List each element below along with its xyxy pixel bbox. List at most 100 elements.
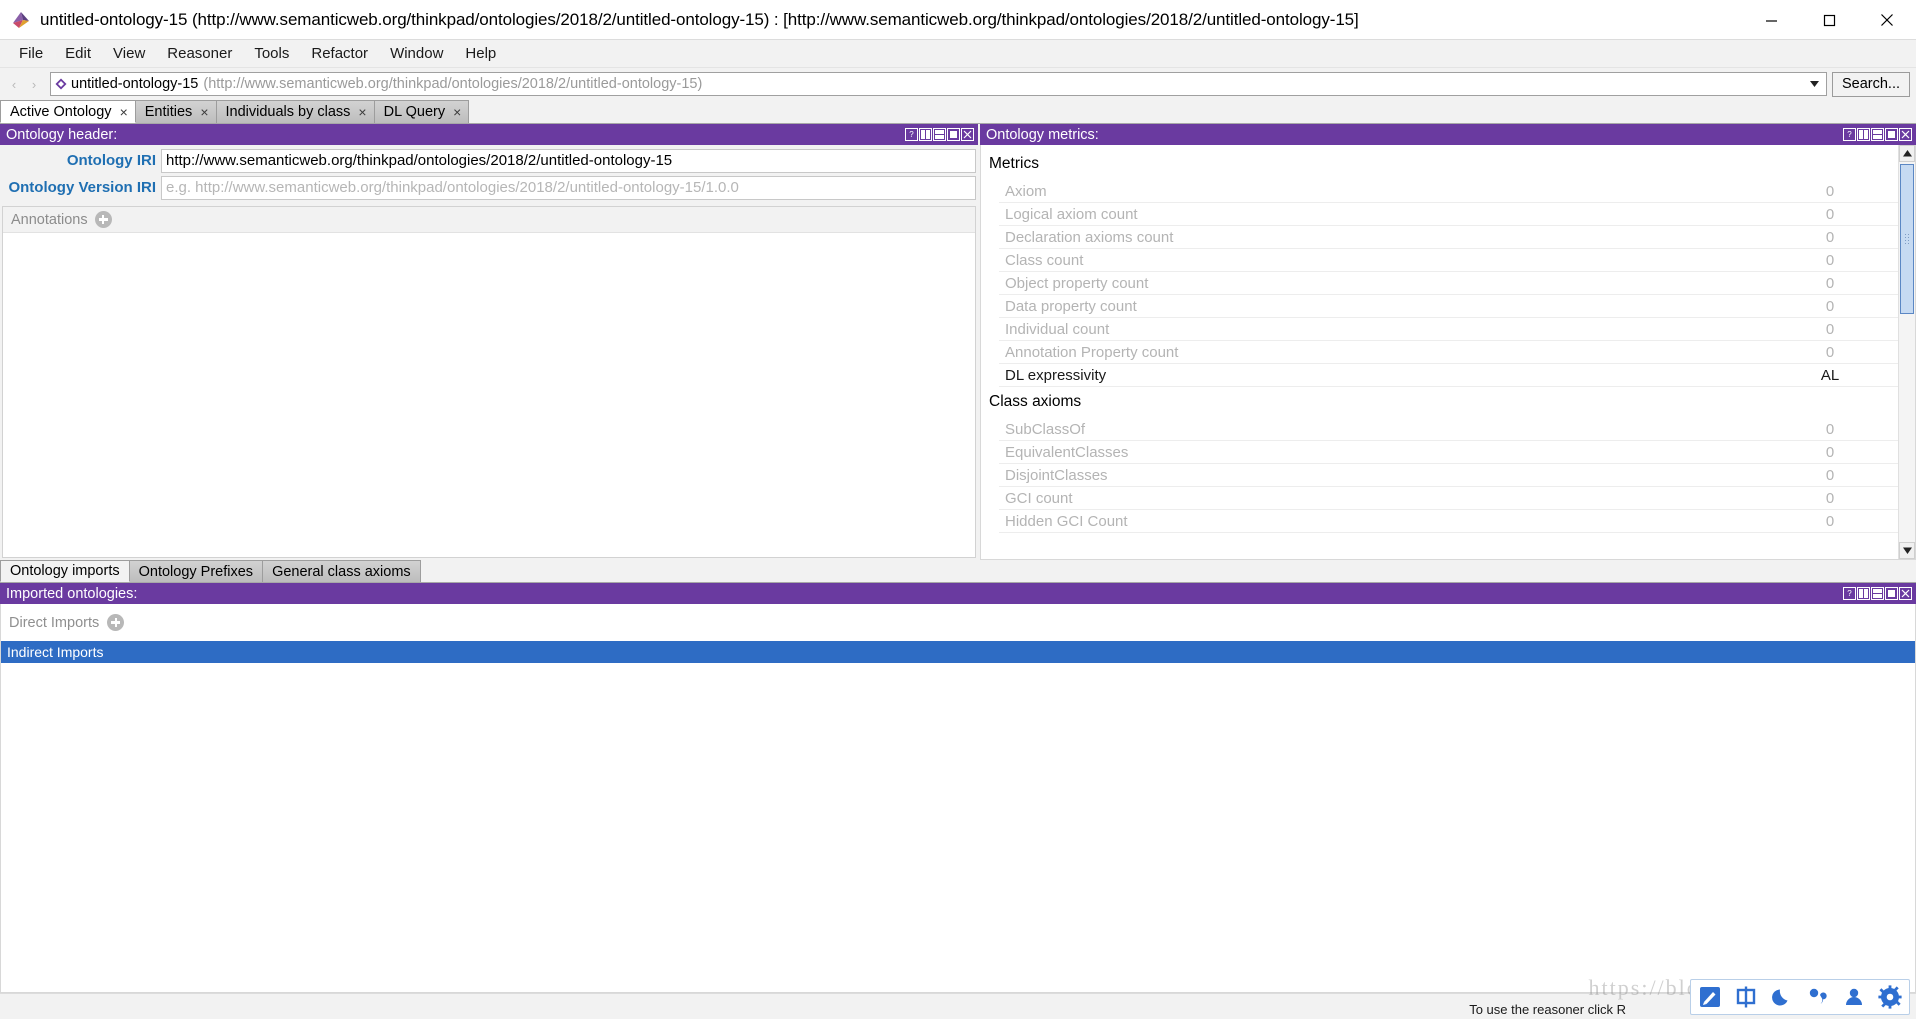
panel-maximize-button[interactable] — [1885, 587, 1898, 600]
metric-value: 0 — [1825, 297, 1835, 315]
ontology-header-body: Ontology IRI http://www.semanticweb.org/… — [0, 145, 978, 560]
tab-close-icon[interactable]: × — [453, 104, 461, 120]
ime-user-icon[interactable] — [1841, 984, 1867, 1010]
panel-close-button[interactable] — [1899, 128, 1912, 141]
tab-label: Active Ontology — [10, 103, 112, 120]
ime-moon-icon[interactable] — [1769, 984, 1795, 1010]
metric-value: 0 — [1825, 205, 1835, 223]
ontology-iri-label: Ontology IRI — [66, 152, 156, 169]
tab-entities[interactable]: Entities × — [134, 100, 217, 123]
metric-row-disjointclasses[interactable]: DisjointClasses 0 — [999, 464, 1898, 487]
panel-split-horizontal-button[interactable] — [933, 128, 946, 141]
maximize-button[interactable] — [1800, 0, 1858, 40]
metric-row-equivalentclasses[interactable]: EquivalentClasses 0 — [999, 441, 1898, 464]
lower-tab-strip: Ontology imports Ontology Prefixes Gener… — [0, 560, 1916, 583]
metric-row-class-count[interactable]: Class count 0 — [999, 249, 1898, 272]
menu-window[interactable]: Window — [379, 42, 454, 65]
chevron-down-icon[interactable] — [1807, 73, 1823, 95]
menu-tools[interactable]: Tools — [243, 42, 300, 65]
tab-close-icon[interactable]: × — [200, 104, 208, 120]
tab-close-icon[interactable]: × — [358, 104, 366, 120]
close-button[interactable] — [1858, 0, 1916, 40]
metric-row-object-property-count[interactable]: Object property count 0 — [999, 272, 1898, 295]
panel-title-label: Ontology metrics: — [986, 126, 1099, 143]
panel-split-horizontal-button[interactable] — [1871, 128, 1884, 141]
menu-reasoner[interactable]: Reasoner — [156, 42, 243, 65]
panel-close-button[interactable] — [961, 128, 974, 141]
tab-active-ontology[interactable]: Active Ontology × — [0, 100, 136, 123]
ontology-toolbar: ‹ › untitled-ontology-15 (http://www.sem… — [0, 68, 1916, 100]
metrics-scrollbar[interactable] — [1898, 145, 1915, 559]
search-button[interactable]: Search... — [1831, 71, 1910, 97]
metric-row-gci-count[interactable]: GCI count 0 — [999, 487, 1898, 510]
panel-help-button[interactable]: ? — [905, 128, 918, 141]
direct-imports-row: Direct Imports — [1, 604, 1915, 641]
menu-refactor[interactable]: Refactor — [300, 42, 379, 65]
menu-view[interactable]: View — [102, 42, 156, 65]
metric-label: DL expressivity — [1005, 366, 1107, 384]
lower-tab-general-class-axioms[interactable]: General class axioms — [262, 560, 421, 582]
menu-edit[interactable]: Edit — [54, 42, 102, 65]
panel-split-vertical-button[interactable] — [919, 128, 932, 141]
annotations-area: Annotations — [2, 206, 976, 558]
metric-row-logical-axiom-count[interactable]: Logical axiom count 0 — [999, 203, 1898, 226]
metric-row-axiom[interactable]: Axiom 0 — [999, 180, 1898, 203]
protege-window: untitled-ontology-15 (http://www.semanti… — [0, 0, 1916, 1019]
panel-split-horizontal-button[interactable] — [1871, 587, 1884, 600]
metric-row-subclassof[interactable]: SubClassOf 0 — [999, 418, 1898, 441]
metric-label: Declaration axioms count — [1005, 228, 1174, 246]
metric-row-annotation-property-count[interactable]: Annotation Property count 0 — [999, 341, 1898, 364]
ontology-version-iri-input[interactable]: e.g. http://www.semanticweb.org/thinkpad… — [161, 175, 976, 200]
tab-close-icon[interactable]: × — [120, 104, 128, 120]
active-ontology-combo[interactable]: untitled-ontology-15 (http://www.semanti… — [50, 72, 1827, 96]
metric-label: Hidden GCI Count — [1005, 512, 1128, 530]
ime-punctuation-icon[interactable] — [1805, 984, 1831, 1010]
metric-value: 0 — [1825, 320, 1835, 338]
metric-row-declaration-axioms-count[interactable]: Declaration axioms count 0 — [999, 226, 1898, 249]
panel-close-button[interactable] — [1899, 587, 1912, 600]
scroll-up-arrow-icon[interactable] — [1899, 145, 1915, 162]
metric-row-dl-expressivity[interactable]: DL expressivity AL — [999, 364, 1898, 387]
metric-row-data-property-count[interactable]: Data property count 0 — [999, 295, 1898, 318]
metric-value: 0 — [1825, 512, 1835, 530]
add-direct-import-button[interactable] — [107, 614, 125, 631]
annotations-list[interactable] — [3, 233, 975, 557]
panel-split-vertical-button[interactable] — [1857, 128, 1870, 141]
status-message: To use the reasoner click R — [1469, 1002, 1626, 1017]
add-annotation-button[interactable] — [94, 211, 112, 228]
panel-maximize-button[interactable] — [1885, 128, 1898, 141]
imports-empty-area[interactable] — [1, 663, 1915, 992]
metric-row-hidden-gci-count[interactable]: Hidden GCI Count 0 — [999, 510, 1898, 533]
ontology-metrics-panel: Ontology metrics: ? Metrics Axiom 0 Logi… — [980, 124, 1916, 560]
scroll-down-arrow-icon[interactable] — [1899, 542, 1915, 559]
lower-tab-ontology-prefixes[interactable]: Ontology Prefixes — [128, 560, 264, 582]
tab-individuals-by-class[interactable]: Individuals by class × — [215, 100, 375, 123]
protege-logo-icon — [10, 9, 32, 31]
panel-split-vertical-button[interactable] — [1857, 587, 1870, 600]
metric-value: 0 — [1825, 228, 1835, 246]
panel-help-button[interactable]: ? — [1843, 587, 1856, 600]
metrics-list[interactable]: Metrics Axiom 0 Logical axiom count 0 De… — [981, 145, 1898, 559]
scrollbar-thumb[interactable] — [1900, 164, 1914, 314]
window-controls — [1742, 0, 1916, 40]
indirect-imports-row[interactable]: Indirect Imports — [1, 641, 1915, 663]
back-arrow-icon[interactable]: ‹ — [4, 73, 24, 95]
tab-dl-query[interactable]: DL Query × — [373, 100, 470, 123]
metrics-group-heading: Class axioms — [989, 393, 1082, 410]
panel-help-button[interactable]: ? — [1843, 128, 1856, 141]
ime-chinese-icon[interactable] — [1733, 984, 1759, 1010]
menu-bar: File Edit View Reasoner Tools Refactor W… — [0, 40, 1916, 68]
main-tab-strip: Active Ontology × Entities × Individuals… — [0, 100, 1916, 124]
ime-pen-icon[interactable] — [1697, 984, 1723, 1010]
panel-maximize-button[interactable] — [947, 128, 960, 141]
minimize-button[interactable] — [1742, 0, 1800, 40]
forward-arrow-icon[interactable]: › — [24, 73, 44, 95]
metric-row-individual-count[interactable]: Individual count 0 — [999, 318, 1898, 341]
lower-tab-ontology-imports[interactable]: Ontology imports — [0, 560, 130, 582]
menu-file[interactable]: File — [8, 42, 54, 65]
scrollbar-track[interactable] — [1899, 162, 1915, 542]
ime-settings-icon[interactable] — [1877, 984, 1903, 1010]
menu-help[interactable]: Help — [454, 42, 507, 65]
metric-label: Logical axiom count — [1005, 205, 1138, 223]
ontology-iri-input[interactable]: http://www.semanticweb.org/thinkpad/onto… — [161, 148, 976, 173]
